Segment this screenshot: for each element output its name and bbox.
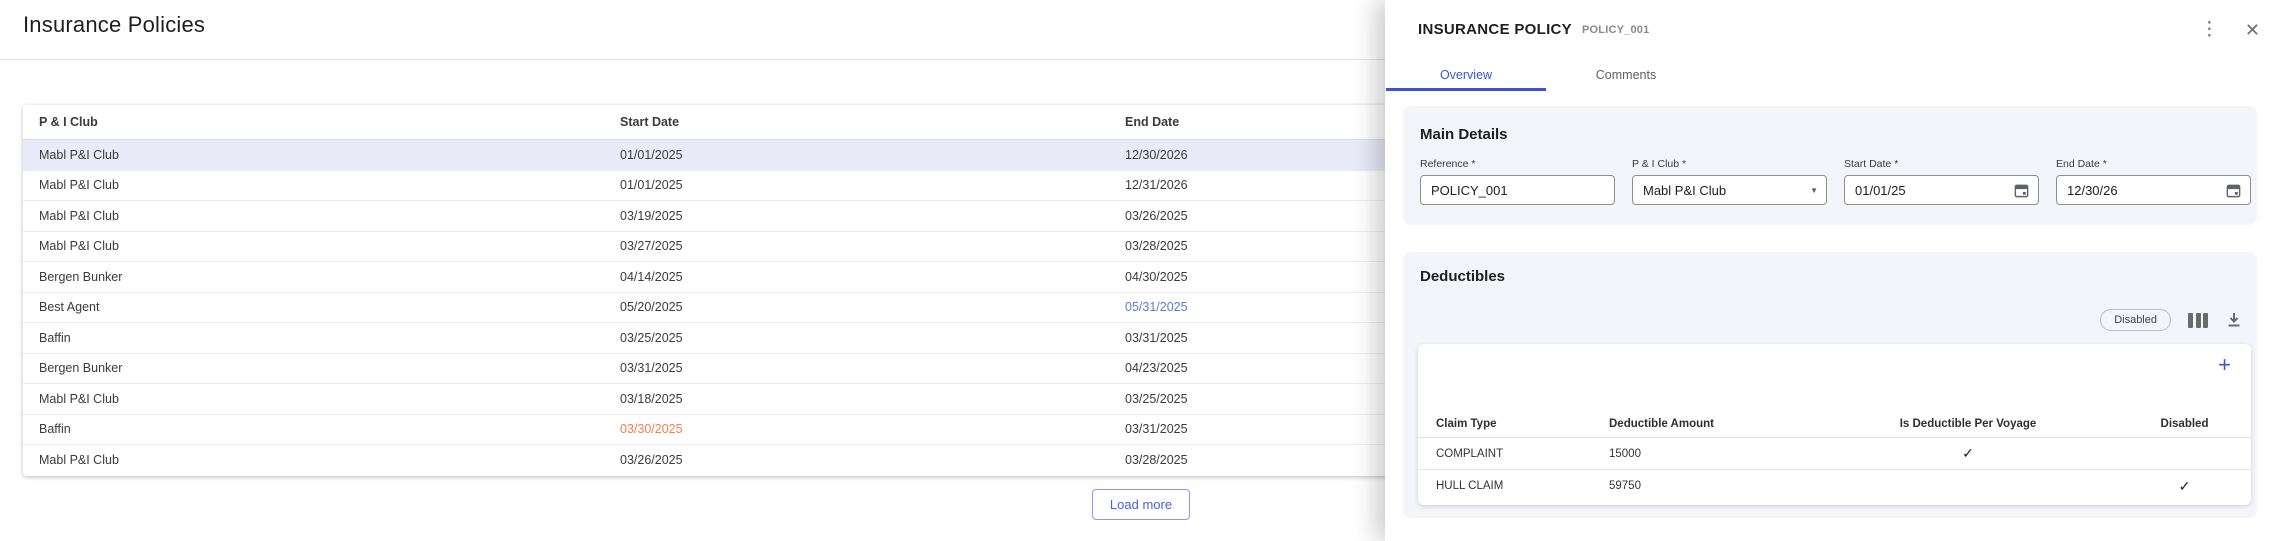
club-label: P & I Club * (1632, 158, 1827, 170)
cell-start-date: 03/25/2025 (620, 331, 1125, 345)
cell-club: Baffin (39, 422, 620, 436)
cell-club: Mabl P&I Club (39, 209, 620, 223)
calendar-icon[interactable] (2013, 182, 2030, 199)
cell-start-date: 05/20/2025 (620, 300, 1125, 314)
cell-start-date: 03/18/2025 (620, 392, 1125, 406)
cell-club: Baffin (39, 331, 620, 345)
deductibles-inner-card: + Claim Type Deductible Amount Is Deduct… (1418, 344, 2251, 505)
club-select-value: Mabl P&I Club (1643, 183, 1806, 198)
cell-club: Bergen Bunker (39, 361, 620, 375)
reference-label: Reference * (1420, 158, 1615, 170)
panel-header: INSURANCE POLICY POLICY_001 ⋮ ✕ (1418, 18, 2262, 41)
column-header-start-date[interactable]: Start Date (620, 115, 1125, 129)
app-root: Insurance Policies P & I Club Start Date… (0, 0, 2282, 541)
main-details-fields: Reference * P & I Club * Mabl P&I Club ▼… (1420, 158, 2251, 205)
cell-start-date: 01/01/2025 (620, 178, 1125, 192)
calendar-icon[interactable] (2225, 182, 2242, 199)
cell-start-date: 04/14/2025 (620, 270, 1125, 284)
deductibles-table: Claim Type Deductible Amount Is Deductib… (1418, 410, 2251, 502)
cell-claim-type: COMPLAINT (1436, 448, 1609, 460)
main-details-card: Main Details Reference * P & I Club * Ma… (1403, 106, 2257, 225)
column-header-per-voyage: Is Deductible Per Voyage (1818, 418, 2118, 430)
insurance-policy-panel: INSURANCE POLICY POLICY_001 ⋮ ✕ Overview… (1385, 0, 2282, 541)
panel-subtitle: POLICY_001 (1582, 24, 1649, 36)
add-deductible-icon[interactable]: + (2214, 350, 2235, 380)
start-date-label: Start Date * (1844, 158, 2039, 170)
disabled-filter-chip[interactable]: Disabled (2100, 309, 2171, 331)
column-header-claim-type: Claim Type (1436, 418, 1609, 430)
cell-start-date: 03/26/2025 (620, 453, 1125, 467)
end-date-field[interactable]: 12/30/26 (2056, 175, 2251, 205)
cell-start-date-warning: 03/30/2025 (620, 422, 1125, 436)
deductibles-table-body: COMPLAINT 15000 ✓ HULL CLAIM 59750 ✓ (1418, 438, 2251, 502)
cell-club: Mabl P&I Club (39, 453, 620, 467)
page-title: Insurance Policies (23, 12, 205, 38)
club-select[interactable]: Mabl P&I Club ▼ (1632, 175, 1827, 205)
tab-overview[interactable]: Overview (1386, 58, 1546, 91)
end-date-label: End Date * (2056, 158, 2251, 170)
panel-title: INSURANCE POLICY (1418, 21, 1572, 38)
cell-deductible-amount: 59750 (1609, 480, 1818, 492)
deductibles-card: Deductibles Disabled + Claim Type Deduct… (1403, 252, 2257, 518)
cell-deductible-amount: 15000 (1609, 448, 1818, 460)
cell-claim-type: HULL CLAIM (1436, 480, 1609, 492)
cell-club: Mabl P&I Club (39, 148, 620, 162)
load-more-button[interactable]: Load more (1092, 489, 1190, 520)
chevron-down-icon: ▼ (1810, 186, 1818, 195)
cell-start-date: 03/31/2025 (620, 361, 1125, 375)
column-header-disabled: Disabled (2118, 418, 2251, 430)
table-row[interactable]: COMPLAINT 15000 ✓ (1418, 438, 2251, 470)
club-field-group: P & I Club * Mabl P&I Club ▼ (1632, 158, 1827, 205)
start-date-value: 01/01/25 (1855, 183, 2009, 198)
close-icon[interactable]: ✕ (2243, 19, 2262, 41)
reference-input[interactable] (1431, 183, 1606, 198)
reference-field[interactable] (1420, 175, 1615, 205)
tab-comments[interactable]: Comments (1546, 58, 1706, 91)
start-date-field[interactable]: 01/01/25 (1844, 175, 2039, 205)
cell-start-date: 03/19/2025 (620, 209, 1125, 223)
end-date-field-group: End Date * 12/30/26 (2056, 158, 2251, 205)
deductibles-heading: Deductibles (1420, 268, 1505, 285)
cell-club: Mabl P&I Club (39, 239, 620, 253)
check-icon: ✓ (2179, 478, 2191, 494)
column-header-club[interactable]: P & I Club (39, 115, 620, 129)
main-details-heading: Main Details (1420, 126, 1508, 143)
reference-field-group: Reference * (1420, 158, 1615, 205)
cell-start-date: 01/01/2025 (620, 148, 1125, 162)
download-icon[interactable] (2225, 311, 2243, 329)
kebab-menu-icon[interactable]: ⋮ (2198, 18, 2221, 41)
cell-club: Mabl P&I Club (39, 392, 620, 406)
cell-club: Bergen Bunker (39, 270, 620, 284)
column-header-deductible-amount: Deductible Amount (1609, 418, 1818, 430)
panel-tabs: Overview Comments (1386, 58, 1706, 91)
panel-actions: ⋮ ✕ (2198, 18, 2262, 41)
cell-start-date: 03/27/2025 (620, 239, 1125, 253)
check-icon: ✓ (1962, 445, 1974, 461)
view-columns-icon[interactable] (2188, 313, 2208, 328)
start-date-field-group: Start Date * 01/01/25 (1844, 158, 2039, 205)
deductibles-controls: Disabled (2100, 309, 2243, 331)
table-row[interactable]: HULL CLAIM 59750 ✓ (1418, 470, 2251, 502)
deductibles-table-header: Claim Type Deductible Amount Is Deductib… (1418, 410, 2251, 438)
cell-club: Mabl P&I Club (39, 178, 620, 192)
cell-club: Best Agent (39, 300, 620, 314)
end-date-value: 12/30/26 (2067, 183, 2221, 198)
